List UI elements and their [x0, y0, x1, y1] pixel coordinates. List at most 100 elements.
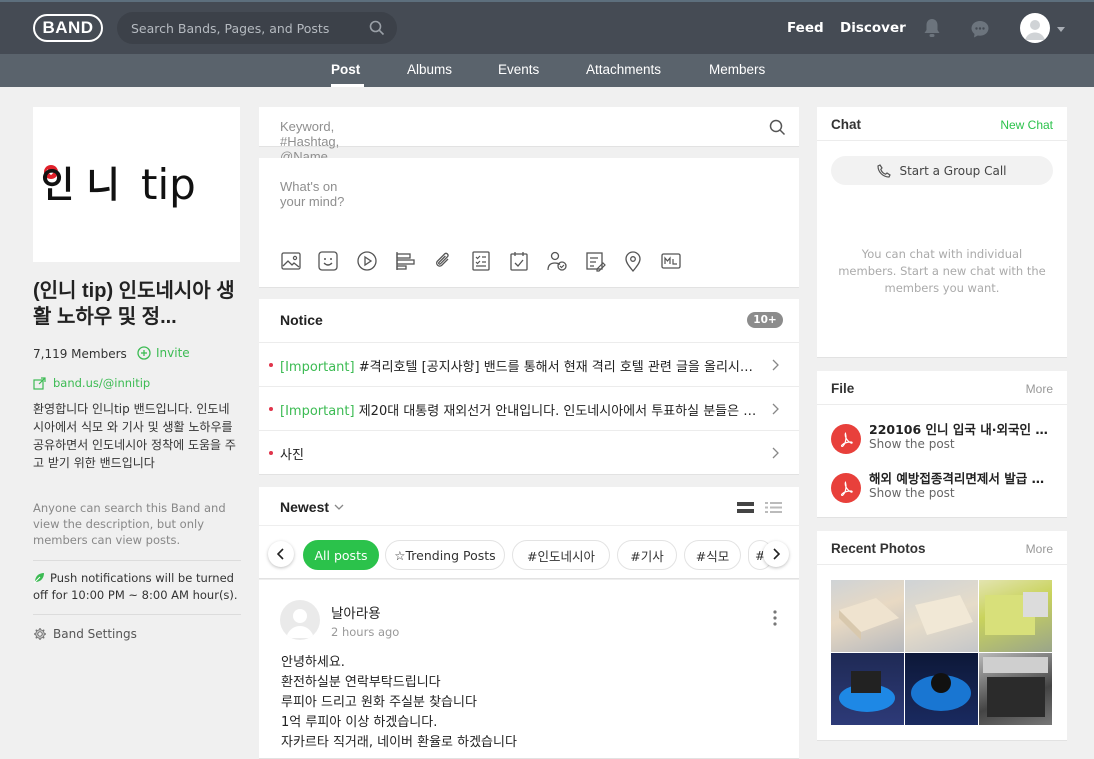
chevron-left-icon: [277, 548, 284, 560]
composer-placeholder: What's on your mind?: [280, 179, 345, 209]
tab-post[interactable]: Post: [331, 62, 360, 77]
video-icon[interactable]: [356, 250, 378, 272]
photo-content: [839, 598, 899, 640]
photo-content: [839, 671, 895, 712]
scroll-right-button[interactable]: [763, 541, 789, 567]
photo-thumbnail[interactable]: [831, 653, 904, 725]
photos-more-link[interactable]: More: [1026, 542, 1053, 556]
band-tabs: Post Albums Events Attachments Members: [0, 54, 1094, 87]
show-post-link[interactable]: Show the post: [869, 437, 955, 451]
tab-members[interactable]: Members: [709, 62, 765, 77]
chat-bubble-icon[interactable]: [969, 18, 991, 40]
band-post-search[interactable]: Keyword, #Hashtag, @Name: [259, 107, 799, 164]
divider: [817, 404, 1067, 405]
post-line: 루피아 드리고 원화 주실분 찾습니다: [281, 695, 477, 710]
photo-thumbnail[interactable]: [905, 580, 978, 652]
show-post-link[interactable]: Show the post: [869, 486, 955, 500]
markdown-icon[interactable]: [660, 250, 682, 272]
active-tab-indicator: [331, 84, 364, 87]
author-avatar[interactable]: [280, 600, 320, 640]
band-cover-image[interactable]: 인 니 tip: [33, 107, 240, 262]
tab-attachments[interactable]: Attachments: [586, 62, 661, 77]
notice-count-badge[interactable]: 10+: [747, 312, 783, 328]
chip-hashtag[interactable]: #기사: [617, 540, 677, 570]
photo-thumbnail[interactable]: [979, 580, 1052, 652]
phone-icon: [877, 163, 892, 178]
list-view-icon[interactable]: [765, 501, 782, 514]
band-privacy-note: Anyone can search this Band and view the…: [33, 501, 226, 547]
attachment-icon[interactable]: [432, 250, 454, 272]
push-notice: Push notifications will be turned off fo…: [33, 570, 245, 604]
notice-section: Notice 10+ [Important] #격리호텔 [공지사항] 밴드를 …: [259, 299, 799, 475]
chip-hashtag[interactable]: #인도네시아: [512, 540, 610, 570]
sticker-icon[interactable]: [317, 250, 339, 272]
chat-panel: Chat New Chat Start a Group Call You can…: [817, 107, 1067, 358]
chip-trending[interactable]: ☆Trending Posts: [385, 540, 505, 570]
band-settings-label: Band Settings: [53, 627, 137, 641]
notice-item[interactable]: [Important] #격리호텔 [공지사항] 밴드를 통해서 현재 격리 호…: [259, 342, 799, 386]
search-icon[interactable]: [369, 20, 385, 36]
tab-albums[interactable]: Albums: [407, 62, 452, 77]
invite-button[interactable]: Invite: [137, 346, 190, 360]
notice-item-text: #격리호텔 [공지사항] 밴드를 통해서 현재 격리 호텔 관련 글을 올리시는…: [358, 360, 760, 375]
photo-content: [985, 592, 1048, 635]
important-tag: [Important]: [280, 404, 355, 419]
bell-icon[interactable]: [921, 17, 943, 39]
checklist-icon[interactable]: [584, 250, 606, 272]
band-url-link[interactable]: band.us/@innitip: [33, 376, 150, 390]
user-silhouette-icon: [1025, 20, 1045, 40]
post-line: 환전하실분 연락부탁드립니다: [281, 675, 441, 690]
location-icon[interactable]: [622, 250, 644, 272]
post-composer[interactable]: What's on your mind?: [259, 158, 799, 288]
chip-hashtag[interactable]: #식모: [684, 540, 741, 570]
band-logo[interactable]: BAND: [33, 14, 103, 42]
chip-all-posts[interactable]: All posts: [303, 540, 379, 570]
file-item[interactable]: 220106 인니 입국 내·외국인 격리 지침 Show the post: [831, 418, 1061, 458]
sort-dropdown[interactable]: Newest: [280, 499, 344, 515]
scroll-left-button[interactable]: [268, 541, 294, 567]
sort-label: Newest: [280, 499, 330, 515]
nav-discover[interactable]: Discover: [840, 20, 906, 36]
new-chat-link[interactable]: New Chat: [1000, 118, 1053, 132]
file-item[interactable]: 해외 예방접종격리면제서 발급 안내 Show the post: [831, 467, 1061, 507]
todo-icon[interactable]: [470, 250, 492, 272]
tab-events[interactable]: Events: [498, 62, 539, 77]
poll-icon[interactable]: [394, 250, 416, 272]
attendance-icon[interactable]: [546, 250, 568, 272]
calendar-icon[interactable]: [508, 250, 530, 272]
card-view-icon[interactable]: [737, 501, 754, 514]
chevron-down-icon: [334, 504, 344, 510]
nav-feed[interactable]: Feed: [787, 20, 824, 36]
notice-text: [Important] #격리호텔 [공지사항] 밴드를 통해서 현재 격리 호…: [280, 356, 760, 375]
post-author[interactable]: 날아라용: [331, 602, 381, 622]
divider: [33, 560, 241, 561]
photo-thumbnail[interactable]: [979, 653, 1052, 725]
photo-thumbnail[interactable]: [905, 653, 978, 725]
notice-title: Notice: [280, 312, 323, 328]
file-more-link[interactable]: More: [1026, 382, 1053, 396]
chat-title: Chat: [831, 117, 861, 132]
chevron-down-icon[interactable]: [1057, 27, 1065, 32]
more-options-icon[interactable]: [773, 610, 777, 626]
post-body[interactable]: 안녕하세요. 환전하실분 연락부탁드립니다 루피아 드리고 원화 주실분 찾습니…: [281, 653, 781, 753]
notice-item[interactable]: [Important] 제20대 대통령 재외선거 안내입니다. 인도네시아에서…: [259, 386, 799, 430]
push-notice-text: Push notifications will be turned off fo…: [33, 571, 238, 602]
external-link-icon: [33, 376, 46, 390]
band-settings-link[interactable]: Band Settings: [33, 627, 137, 641]
search-box[interactable]: Search Bands, Pages, and Posts: [117, 12, 397, 44]
chevron-right-icon: [773, 548, 780, 560]
recent-photos-panel: Recent Photos More: [817, 531, 1067, 741]
notice-item[interactable]: 사진: [259, 430, 799, 474]
chevron-right-icon: [772, 359, 779, 371]
user-avatar[interactable]: [1020, 13, 1050, 43]
band-description: 환영합니다 인니tip 밴드입니다. 인도네시아에서 식모 와 기사 및 생활 …: [33, 402, 236, 470]
photo-thumbnail[interactable]: [831, 580, 904, 652]
group-call-button[interactable]: Start a Group Call: [831, 156, 1053, 185]
band-cover-art: 인 니 tip: [41, 160, 196, 209]
search-icon[interactable]: [769, 119, 786, 136]
group-call-label: Start a Group Call: [899, 163, 1007, 178]
member-count[interactable]: 7,119 Members: [33, 347, 127, 361]
divider: [33, 614, 241, 615]
photo-icon[interactable]: [280, 250, 302, 272]
band-url: band.us/@innitip: [53, 376, 151, 390]
